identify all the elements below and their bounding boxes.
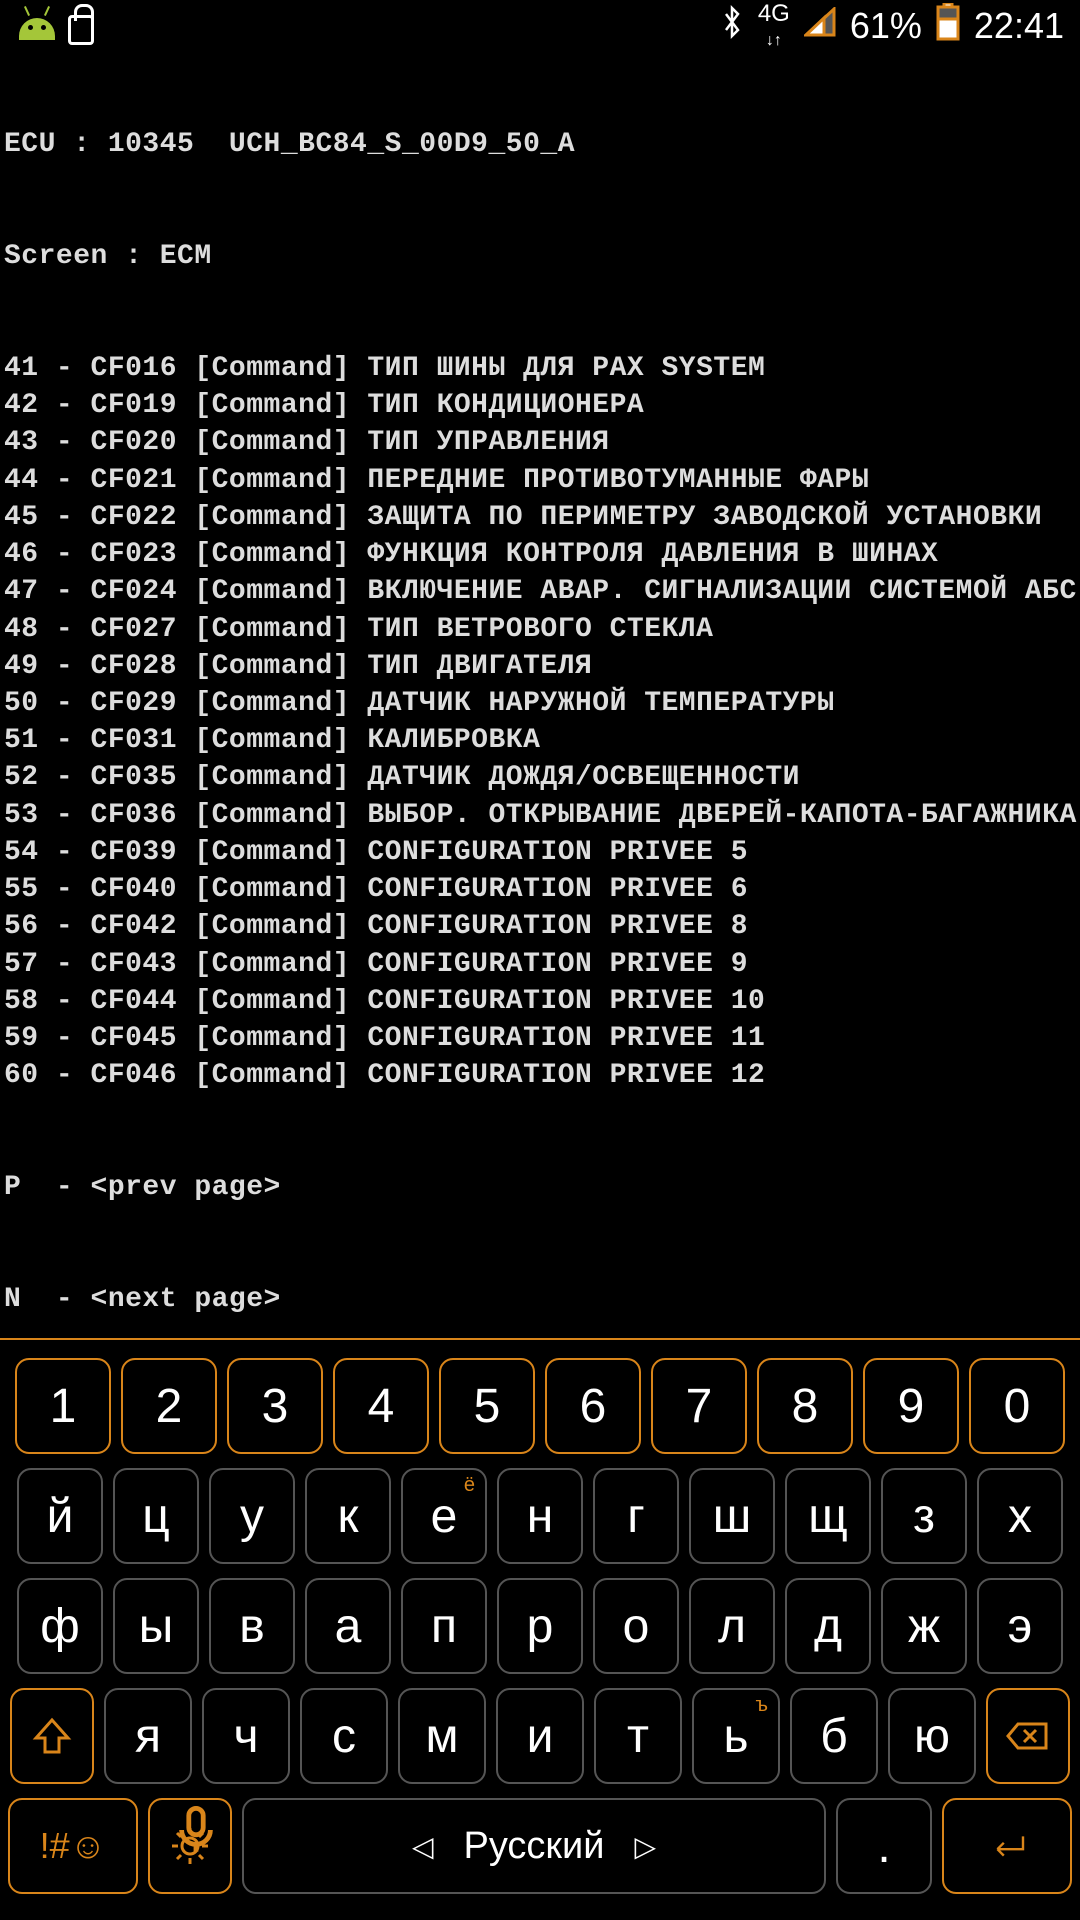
key-ч[interactable]: ч <box>202 1688 290 1784</box>
key-num-2[interactable]: 2 <box>121 1358 217 1454</box>
command-row: 51 - CF031 [Command] КАЛИБРОВКА <box>4 722 1076 759</box>
command-row: 50 - CF029 [Command] ДАТЧИК НАРУЖНОЙ ТЕМ… <box>4 685 1076 722</box>
command-row: 52 - CF035 [Command] ДАТЧИК ДОЖДЯ/ОСВЕЩЕ… <box>4 759 1076 796</box>
key-я[interactable]: я <box>104 1688 192 1784</box>
key-с[interactable]: с <box>300 1688 388 1784</box>
settings-key[interactable] <box>148 1798 232 1894</box>
key-ж[interactable]: ж <box>881 1578 967 1674</box>
next-page-line: N - <next page> <box>4 1281 1076 1318</box>
key-а[interactable]: а <box>305 1578 391 1674</box>
key-num-0[interactable]: 0 <box>969 1358 1065 1454</box>
on-screen-keyboard: 1234567890 йцукеёнгшщзх фывапролджэ ячсм… <box>0 1338 1080 1920</box>
key-р[interactable]: р <box>497 1578 583 1674</box>
network-type: 4G↓↑ <box>758 2 790 50</box>
key-ц[interactable]: ц <box>113 1468 199 1564</box>
key-э[interactable]: э <box>977 1578 1063 1674</box>
command-row: 59 - CF045 [Command] CONFIGURATION PRIVE… <box>4 1020 1076 1057</box>
app-android-icon <box>16 12 58 40</box>
key-num-3[interactable]: 3 <box>227 1358 323 1454</box>
space-label: Русский <box>464 1825 605 1868</box>
enter-key[interactable] <box>942 1798 1072 1894</box>
key-й[interactable]: й <box>17 1468 103 1564</box>
key-х[interactable]: х <box>977 1468 1063 1564</box>
clock: 22:41 <box>974 5 1064 47</box>
key-num-4[interactable]: 4 <box>333 1358 429 1454</box>
command-row: 56 - CF042 [Command] CONFIGURATION PRIVE… <box>4 908 1076 945</box>
key-л[interactable]: л <box>689 1578 775 1674</box>
command-row: 48 - CF027 [Command] ТИП ВЕТРОВОГО СТЕКЛ… <box>4 611 1076 648</box>
backspace-key[interactable] <box>986 1688 1070 1784</box>
key-т[interactable]: т <box>594 1688 682 1784</box>
command-row: 41 - CF016 [Command] ТИП ШИНЫ ДЛЯ PAX SY… <box>4 350 1076 387</box>
command-row: 45 - CF022 [Command] ЗАЩИТА ПО ПЕРИМЕТРУ… <box>4 499 1076 536</box>
key-к[interactable]: к <box>305 1468 391 1564</box>
period-key[interactable]: . <box>836 1798 932 1894</box>
key-superscript: ё <box>464 1474 475 1497</box>
command-row: 57 - CF043 [Command] CONFIGURATION PRIVE… <box>4 946 1076 983</box>
key-е[interactable]: её <box>401 1468 487 1564</box>
key-num-5[interactable]: 5 <box>439 1358 535 1454</box>
next-lang-icon: ▷ <box>635 1830 657 1863</box>
signal-icon <box>804 7 836 45</box>
prev-lang-icon: ◁ <box>412 1830 434 1863</box>
bluetooth-icon <box>720 4 744 48</box>
prev-page-line: P - <prev page> <box>4 1169 1076 1206</box>
command-row: 54 - CF039 [Command] CONFIGURATION PRIVE… <box>4 834 1076 871</box>
key-и[interactable]: и <box>496 1688 584 1784</box>
key-num-6[interactable]: 6 <box>545 1358 641 1454</box>
command-row: 53 - CF036 [Command] ВЫБОР. ОТКРЫВАНИЕ Д… <box>4 797 1076 834</box>
screen-line: Screen : ECM <box>4 238 1076 275</box>
battery-percent: 61% <box>850 5 922 47</box>
key-ш[interactable]: ш <box>689 1468 775 1564</box>
key-num-8[interactable]: 8 <box>757 1358 853 1454</box>
mic-icon <box>172 1806 220 1866</box>
terminal-output[interactable]: ECU : 10345 UCH_BC84_S_00D9_50_A Screen … <box>0 52 1080 1467</box>
key-num-1[interactable]: 1 <box>15 1358 111 1454</box>
status-bar: 4G↓↑ 61% 22:41 <box>0 0 1080 52</box>
lock-icon <box>68 15 94 45</box>
key-в[interactable]: в <box>209 1578 295 1674</box>
ecu-line: ECU : 10345 UCH_BC84_S_00D9_50_A <box>4 126 1076 163</box>
command-row: 44 - CF021 [Command] ПЕРЕДНИЕ ПРОТИВОТУМ… <box>4 462 1076 499</box>
key-п[interactable]: п <box>401 1578 487 1674</box>
key-num-7[interactable]: 7 <box>651 1358 747 1454</box>
space-key[interactable]: ◁ Русский ▷ <box>242 1798 826 1894</box>
shift-key[interactable] <box>10 1688 94 1784</box>
key-з[interactable]: з <box>881 1468 967 1564</box>
key-у[interactable]: у <box>209 1468 295 1564</box>
key-ю[interactable]: ю <box>888 1688 976 1784</box>
key-б[interactable]: б <box>790 1688 878 1784</box>
key-num-9[interactable]: 9 <box>863 1358 959 1454</box>
command-row: 42 - CF019 [Command] ТИП КОНДИЦИОНЕРА <box>4 387 1076 424</box>
symbols-key[interactable]: !#☺ <box>8 1798 138 1894</box>
battery-icon <box>936 3 960 49</box>
command-row: 55 - CF040 [Command] CONFIGURATION PRIVE… <box>4 871 1076 908</box>
command-row: 60 - CF046 [Command] CONFIGURATION PRIVE… <box>4 1057 1076 1094</box>
command-row: 46 - CF023 [Command] ФУНКЦИЯ КОНТРОЛЯ ДА… <box>4 536 1076 573</box>
command-row: 49 - CF028 [Command] ТИП ДВИГАТЕЛЯ <box>4 648 1076 685</box>
key-д[interactable]: д <box>785 1578 871 1674</box>
key-superscript: ъ <box>756 1694 769 1717</box>
command-row: 47 - CF024 [Command] ВКЛЮЧЕНИЕ АВАР. СИГ… <box>4 573 1076 610</box>
command-row: 58 - CF044 [Command] CONFIGURATION PRIVE… <box>4 983 1076 1020</box>
key-щ[interactable]: щ <box>785 1468 871 1564</box>
key-м[interactable]: м <box>398 1688 486 1784</box>
command-row: 43 - CF020 [Command] ТИП УПРАВЛЕНИЯ <box>4 424 1076 461</box>
key-г[interactable]: г <box>593 1468 679 1564</box>
key-н[interactable]: н <box>497 1468 583 1564</box>
key-ь[interactable]: ьъ <box>692 1688 780 1784</box>
key-ы[interactable]: ы <box>113 1578 199 1674</box>
key-о[interactable]: о <box>593 1578 679 1674</box>
key-ф[interactable]: ф <box>17 1578 103 1674</box>
